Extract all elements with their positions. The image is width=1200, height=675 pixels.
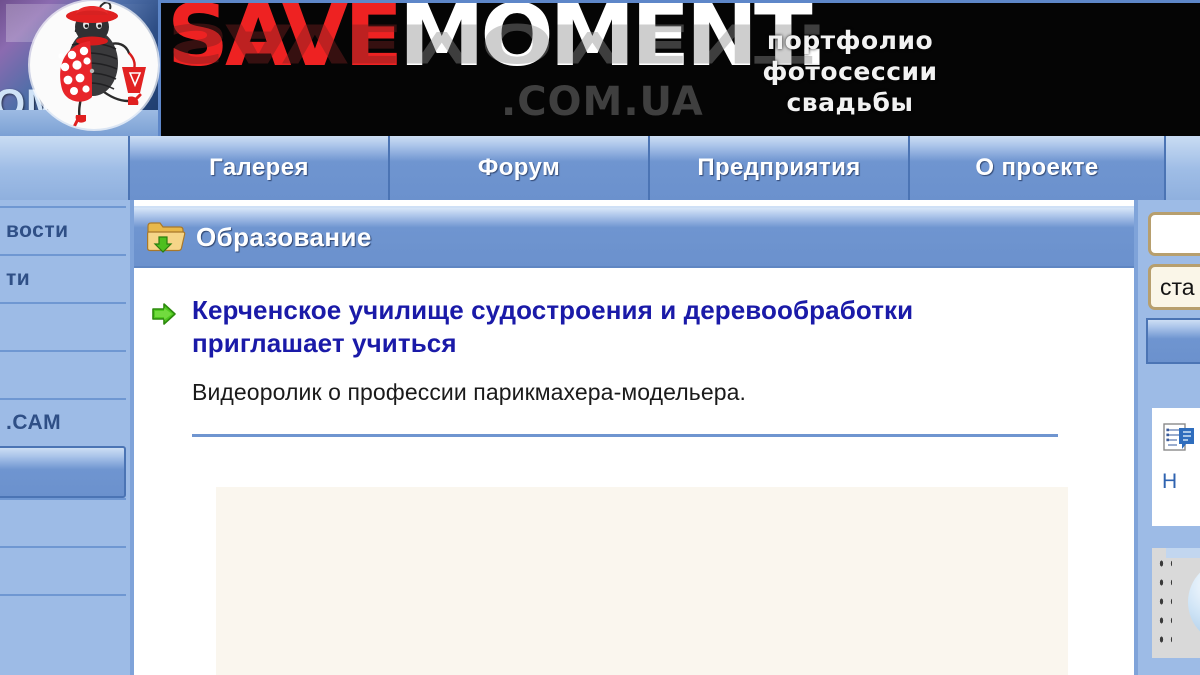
wordmark-save-reflection: SAVE	[167, 11, 399, 74]
page-body: вости ти .САМ Образование Керченское учи…	[0, 200, 1200, 675]
nav-item-enterprises[interactable]: Предприятия	[648, 136, 910, 200]
poll-document-icon	[1162, 422, 1196, 454]
poll-widget[interactable]: Н	[1152, 408, 1200, 526]
nav-right-spacer	[1166, 136, 1200, 200]
nav-item-about[interactable]: О проекте	[908, 136, 1166, 200]
section-title: Образование	[196, 221, 372, 252]
nav-item-forum[interactable]: Форум	[388, 136, 650, 200]
photo-dot-pattern	[1156, 554, 1172, 654]
main-content-panel: Образование Керченское училище судострое…	[130, 200, 1138, 675]
sidebar-item-7[interactable]	[0, 498, 126, 546]
site-banner-ad[interactable]: SAVEMOMENT. SAVEMOMENT. .COM.UA портфоли…	[158, 0, 1200, 136]
main-navigation: Галерея Форум Предприятия О проекте	[0, 136, 1200, 200]
media-placeholder[interactable]	[216, 486, 1068, 675]
banner-tagline-1: портфолио	[766, 25, 934, 55]
banner-domain-text: .COM.UA	[501, 79, 704, 125]
sidebar-item-4[interactable]	[0, 350, 126, 398]
sidebar-item-selected[interactable]	[0, 446, 126, 498]
ladybug-mascot-icon[interactable]	[30, 1, 158, 129]
poll-label: Н	[1162, 470, 1178, 493]
nav-item-gallery[interactable]: Галерея	[128, 136, 390, 200]
article: Керченское училище судостроения и дерево…	[134, 268, 1134, 675]
sidebar-item-3[interactable]	[0, 302, 126, 350]
page-root: OM SAVEMOMENT. SAVEMOMENT. .COM.UA портф…	[0, 0, 1200, 675]
sidebar-item-news[interactable]: вости	[0, 206, 126, 254]
banner-tagline-2: фотосессии	[762, 56, 938, 86]
green-arrow-right-icon	[150, 300, 178, 328]
photo-thumbnail[interactable]	[1152, 548, 1200, 658]
nav-left-spacer	[0, 136, 130, 200]
folder-download-icon	[146, 220, 186, 254]
sidebar-item-9[interactable]	[0, 594, 126, 642]
sidebar-item-articles[interactable]: ти	[0, 254, 126, 302]
banner-tagline-3: свадьбы	[786, 87, 914, 117]
sidebar-item-cam[interactable]: .САМ	[0, 398, 126, 446]
article-title-row: Керченское училище судостроения и дерево…	[148, 294, 1094, 361]
stats-button[interactable]: ста	[1148, 264, 1200, 310]
photo-orb-shape	[1188, 560, 1200, 644]
search-input[interactable]	[1148, 212, 1200, 256]
left-sidebar: вости ти .САМ	[0, 200, 130, 675]
right-sidebar: ста Н	[1138, 200, 1200, 675]
top-banner-strip: OM SAVEMOMENT. SAVEMOMENT. .COM.UA портф…	[0, 0, 1200, 136]
section-header: Образование	[134, 206, 1134, 268]
article-title[interactable]: Керченское училище судостроения и дерево…	[192, 294, 1022, 361]
content-divider	[192, 433, 1058, 437]
article-lead-text: Видеоролик о профессии парикмахера-модел…	[192, 378, 747, 405]
sidebar-section-bar[interactable]	[1146, 318, 1200, 364]
sidebar-item-8[interactable]	[0, 546, 126, 594]
banner-tagline-list: портфолио фотосессии свадьбы	[700, 3, 1000, 136]
